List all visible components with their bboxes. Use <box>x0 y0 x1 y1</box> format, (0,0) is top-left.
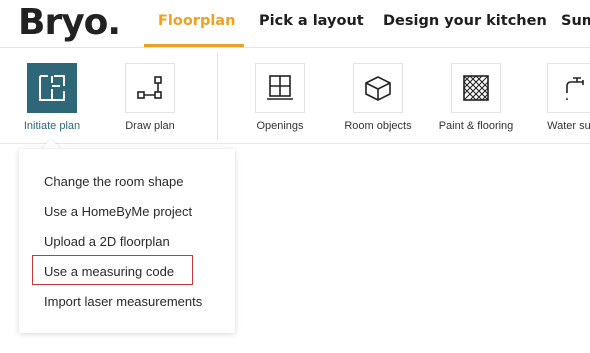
tool-label-initiate-plan: Initiate plan <box>23 120 81 132</box>
top-header: Bryo. Floorplan Pick a layout Design you… <box>0 0 590 48</box>
flooring-icon[interactable] <box>451 63 501 113</box>
menu-item-import-laser-measurements[interactable]: Import laser measurements <box>44 294 202 309</box>
draw-plan-icon[interactable] <box>125 63 175 113</box>
bryo-logo[interactable]: Bryo. <box>18 1 121 45</box>
faucet-icon[interactable] <box>547 63 590 113</box>
cube-icon[interactable] <box>353 63 403 113</box>
toolbar-divider <box>217 52 218 140</box>
tool-label-draw-plan: Draw plan <box>125 120 175 132</box>
active-tab-indicator <box>144 44 244 47</box>
tool-label-room-objects: Room objects <box>344 120 412 132</box>
window-icon[interactable] <box>255 63 305 113</box>
tab-design-your-kitchen[interactable]: Design your kitchen <box>383 13 547 29</box>
initiate-plan-menu: Change the room shape Use a HomeByMe pro… <box>19 149 235 333</box>
menu-item-use-measuring-code[interactable]: Use a measuring code <box>44 264 174 279</box>
floorplan-icon[interactable] <box>27 63 77 113</box>
floorplan-toolbar: Initiate plan Draw plan Openings Room ob… <box>0 48 590 144</box>
tab-pick-a-layout[interactable]: Pick a layout <box>259 13 364 29</box>
tool-label-paint-flooring: Paint & flooring <box>438 120 514 132</box>
tab-floorplan[interactable]: Floorplan <box>158 13 235 29</box>
tool-label-water-supply: Water sup <box>547 120 590 132</box>
menu-item-use-homebyme-project[interactable]: Use a HomeByMe project <box>44 204 192 219</box>
menu-item-change-room-shape[interactable]: Change the room shape <box>44 174 183 189</box>
tab-summary[interactable]: Sum <box>561 13 590 29</box>
menu-item-upload-2d-floorplan[interactable]: Upload a 2D floorplan <box>44 234 170 249</box>
tool-label-openings: Openings <box>256 120 304 132</box>
